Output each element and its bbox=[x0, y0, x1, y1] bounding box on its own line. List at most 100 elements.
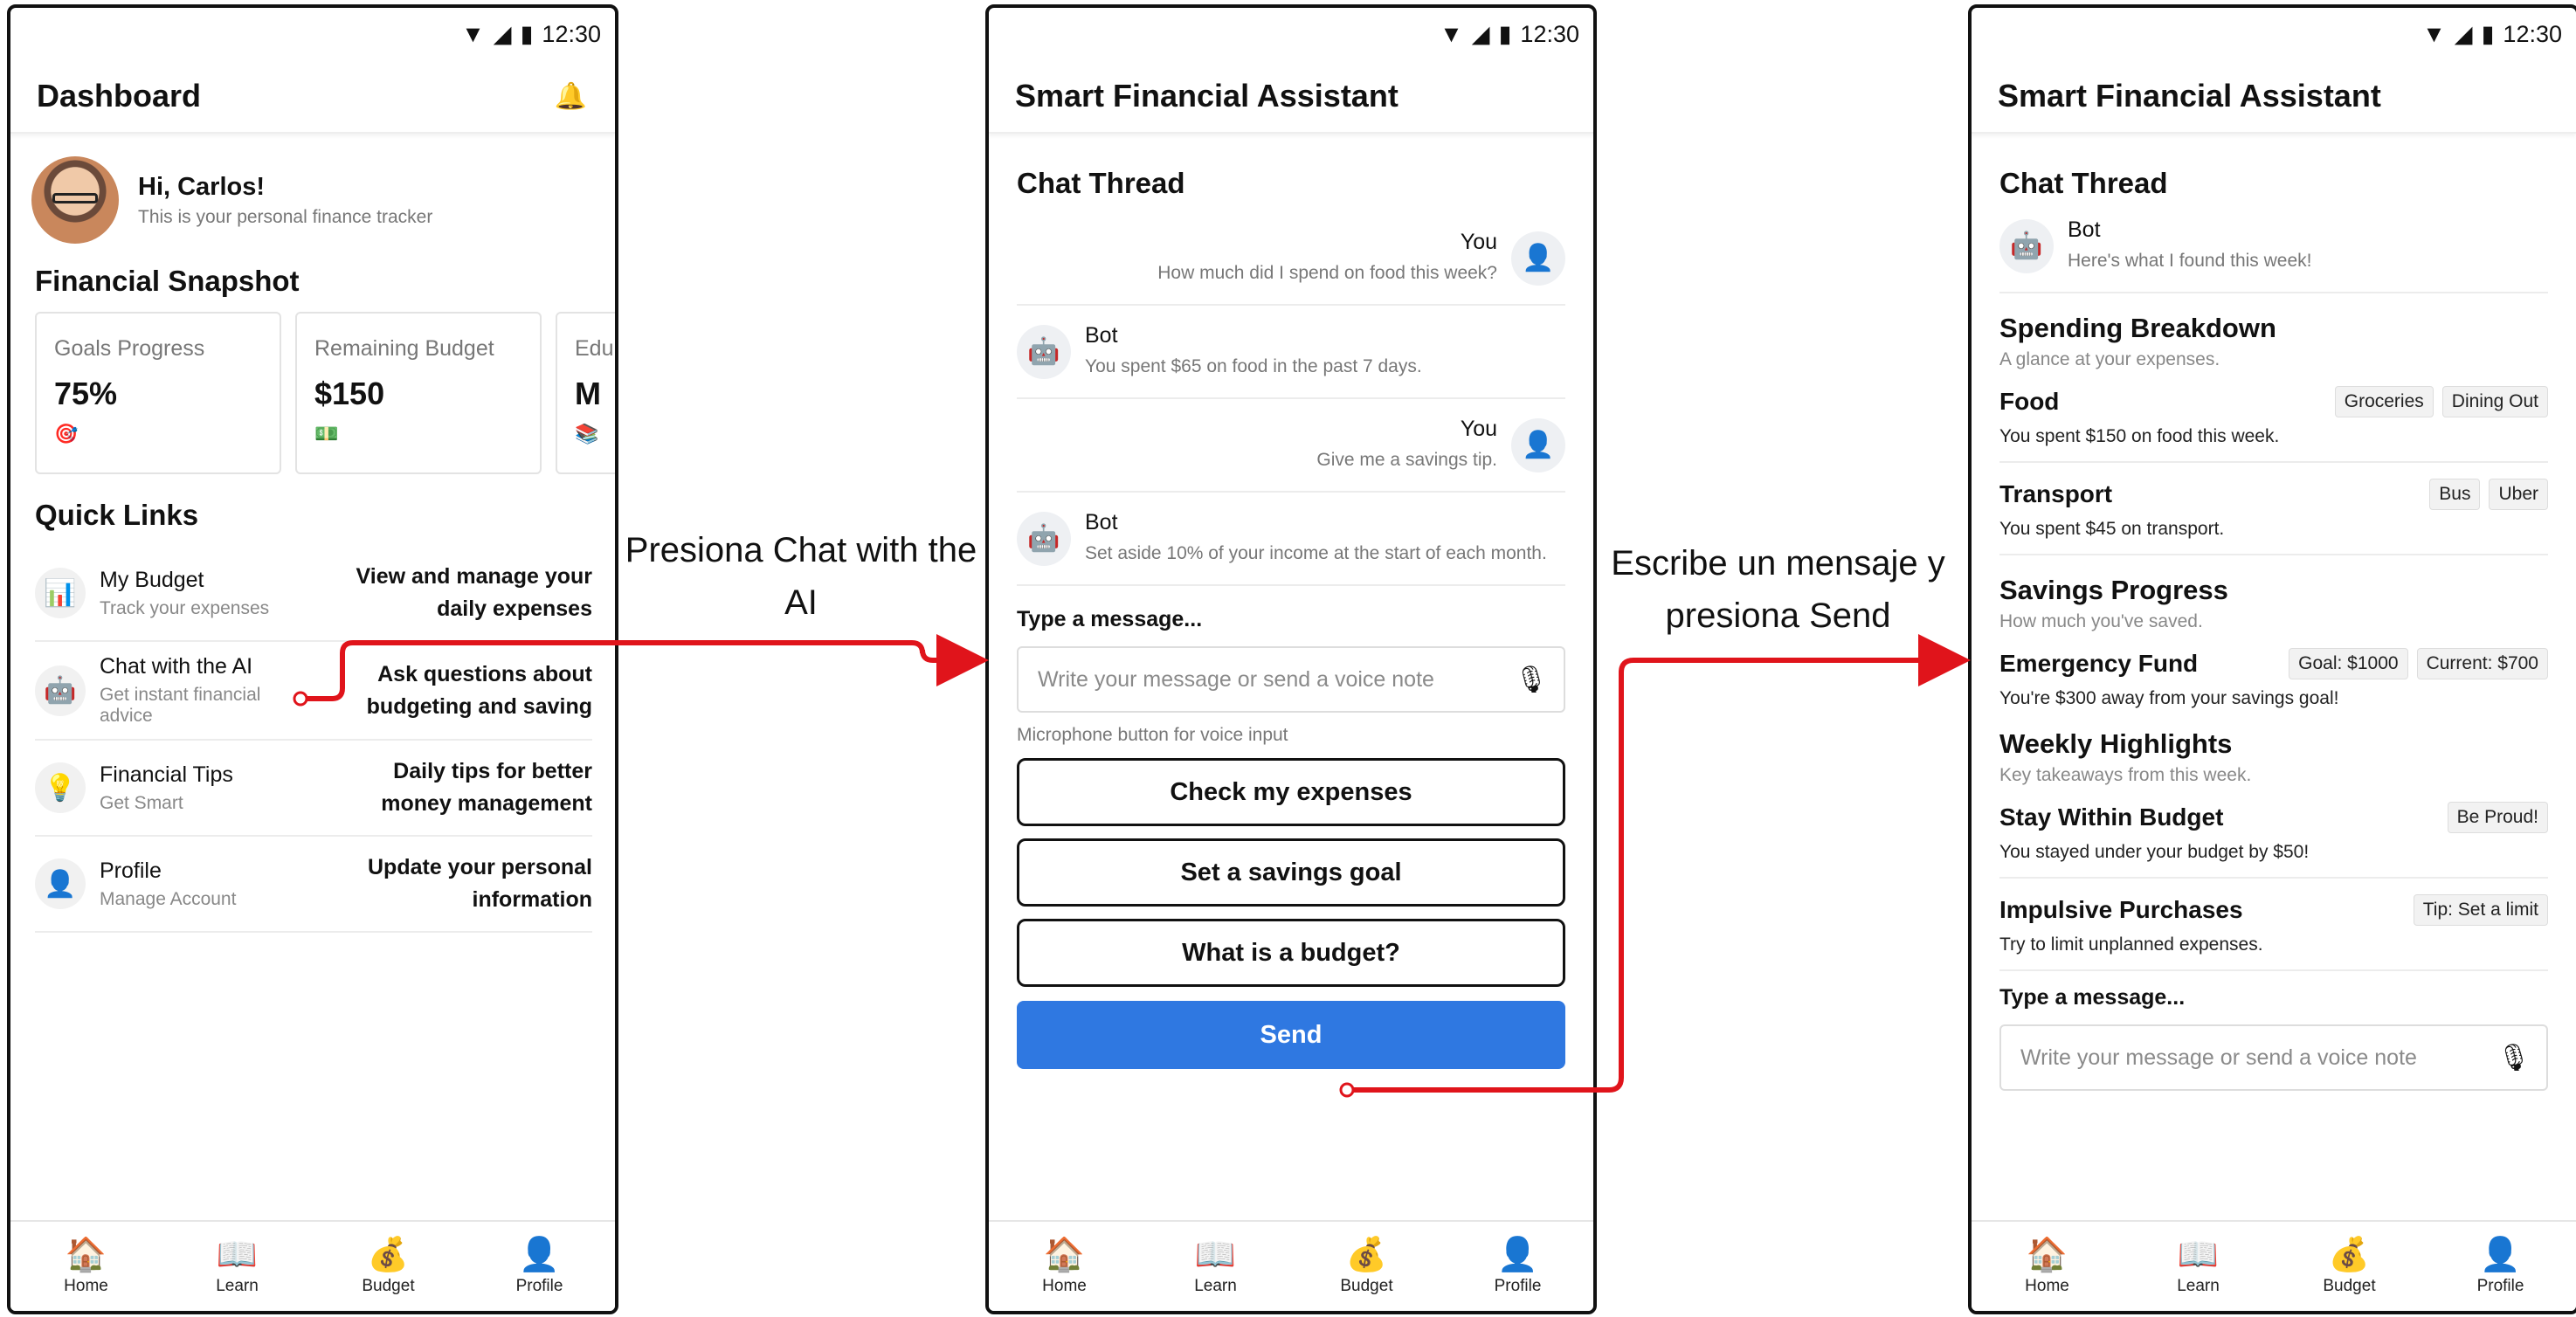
tag-bus[interactable]: Bus bbox=[2429, 479, 2481, 510]
send-button[interactable]: Send bbox=[1017, 1001, 1565, 1069]
microphone-icon[interactable]: 🎙 bbox=[2497, 1043, 2531, 1073]
quick-link-chat-ai[interactable]: 🤖 Chat with the AI Get instant financial… bbox=[35, 642, 592, 741]
microphone-icon[interactable]: 🎙 bbox=[1515, 665, 1548, 695]
nav-profile[interactable]: 👤 Profile bbox=[487, 1237, 592, 1296]
nav-label: Home bbox=[1042, 1277, 1087, 1295]
chat-message-user: You How much did I spend on food this we… bbox=[1017, 212, 1565, 306]
savings-goal-button[interactable]: Set a savings goal bbox=[1017, 838, 1565, 907]
nav-label: Budget bbox=[362, 1277, 415, 1295]
nav-budget[interactable]: 💰 Budget bbox=[336, 1237, 441, 1296]
item-text: You're $300 away from your savings goal! bbox=[1999, 688, 2339, 708]
nav-home[interactable]: 🏠 Home bbox=[1995, 1237, 2100, 1296]
quick-link-desc: Ask questions about budgeting and saving bbox=[366, 661, 592, 719]
app-bar: Smart Financial Assistant bbox=[989, 60, 1593, 134]
tag-current[interactable]: Current: $700 bbox=[2416, 648, 2548, 679]
chat-thread: Chat Thread You How much did I spend on … bbox=[989, 137, 1593, 1069]
tag-dining-out[interactable]: Dining Out bbox=[2441, 386, 2548, 417]
weekly-highlights-title: Weekly Highlights bbox=[1999, 728, 2233, 759]
chat-message-bot: 🤖 Bot Here's what I found this week! bbox=[1999, 200, 2548, 293]
book-icon: 📖 bbox=[1194, 1237, 1237, 1273]
nav-home[interactable]: 🏠 Home bbox=[34, 1237, 139, 1296]
book-icon: 📖 bbox=[2177, 1237, 2220, 1273]
dashboard-screen: ▼ ◢ ▮ 12:30 Dashboard 🔔 Hi, Carlos! This… bbox=[7, 4, 618, 1314]
message-input-box: 🎙 bbox=[1017, 646, 1565, 713]
tag-goal[interactable]: Goal: $1000 bbox=[2289, 648, 2408, 679]
tag-groceries[interactable]: Groceries bbox=[2334, 386, 2434, 417]
app-bar: Dashboard 🔔 bbox=[10, 60, 615, 134]
budget-card[interactable]: Remaining Budget $150 💵 bbox=[295, 312, 542, 474]
thread-title: Chat Thread bbox=[1999, 167, 2168, 199]
nav-budget[interactable]: 💰 Budget bbox=[2297, 1237, 2402, 1296]
signal-icon: ◢ bbox=[1471, 20, 1490, 47]
quick-links-title: Quick Links bbox=[35, 499, 199, 531]
nav-label: Profile bbox=[515, 1277, 563, 1295]
chat-screen: ▼ ◢ ▮ 12:30 Smart Financial Assistant Ch… bbox=[985, 4, 1597, 1314]
card-label: Goals Progress bbox=[54, 336, 205, 361]
check-expenses-button[interactable]: Check my expenses bbox=[1017, 758, 1565, 826]
tag-uber[interactable]: Uber bbox=[2489, 479, 2548, 510]
battery-icon: ▮ bbox=[2481, 20, 2495, 47]
item-name: Transport bbox=[1999, 480, 2113, 507]
home-icon: 🏠 bbox=[65, 1237, 107, 1273]
nav-learn[interactable]: 📖 Learn bbox=[185, 1237, 290, 1296]
quick-link-financial-tips[interactable]: 💡 Financial Tips Get Smart Daily tips fo… bbox=[35, 741, 592, 837]
greeting-subtitle: This is your personal finance tracker bbox=[138, 206, 433, 227]
bell-icon[interactable]: 🔔 bbox=[555, 81, 587, 112]
what-is-budget-button[interactable]: What is a budget? bbox=[1017, 919, 1565, 987]
nav-label: Home bbox=[64, 1277, 108, 1295]
spending-breakdown-title: Spending Breakdown bbox=[1999, 313, 2276, 343]
type-label: Type a message... bbox=[1017, 607, 1203, 631]
robot-icon: 🤖 bbox=[1017, 324, 1071, 379]
message-input-box: 🎙 bbox=[1999, 1024, 2548, 1091]
card-label: Remaining Budget bbox=[314, 336, 494, 361]
nav-learn[interactable]: 📖 Learn bbox=[2146, 1237, 2251, 1296]
tag-be-proud[interactable]: Be Proud! bbox=[2447, 802, 2548, 833]
status-bar: ▼ ◢ ▮ 12:30 bbox=[989, 8, 1593, 60]
chat-message-bot: 🤖 Bot Set aside 10% of your income at th… bbox=[1017, 493, 1565, 586]
tag-set-limit[interactable]: Tip: Set a limit bbox=[2413, 894, 2548, 926]
nav-home[interactable]: 🏠 Home bbox=[1012, 1237, 1117, 1296]
quick-link-sub: Get Smart bbox=[100, 792, 183, 813]
user-icon: 👤 bbox=[518, 1237, 561, 1273]
battery-icon: ▮ bbox=[1498, 20, 1512, 47]
snapshot-cards: Goals Progress 75% 🎯 Remaining Budget $1… bbox=[10, 298, 615, 474]
greeting-block: Hi, Carlos! This is your personal financ… bbox=[10, 137, 615, 244]
message-sender: Bot bbox=[1085, 323, 1118, 348]
greeting: Hi, Carlos! bbox=[138, 172, 266, 201]
item-name: Impulsive Purchases bbox=[1999, 896, 2243, 923]
message-text: You spent $65 on food in the past 7 days… bbox=[1085, 356, 1422, 376]
quick-link-my-budget[interactable]: 📊 My Budget Track your expenses View and… bbox=[35, 546, 592, 642]
bottom-nav: 🏠 Home 📖 Learn 💰 Budget 👤 Profile bbox=[1972, 1220, 2576, 1311]
nav-profile[interactable]: 👤 Profile bbox=[1466, 1237, 1571, 1296]
mic-hint: Microphone button for voice input bbox=[1017, 725, 1288, 745]
quick-link-name: Chat with the AI bbox=[100, 654, 253, 679]
nav-budget[interactable]: 💰 Budget bbox=[1315, 1237, 1419, 1296]
quick-link-profile[interactable]: 👤 Profile Manage Account Update your per… bbox=[35, 837, 592, 933]
chat-results-screen: ▼ ◢ ▮ 12:30 Smart Financial Assistant Ch… bbox=[1968, 4, 2576, 1314]
nav-profile[interactable]: 👤 Profile bbox=[2448, 1237, 2553, 1296]
education-card[interactable]: Edu M 📚 bbox=[556, 312, 615, 474]
message-sender: You bbox=[1460, 230, 1497, 254]
robot-icon: 🤖 bbox=[1017, 511, 1071, 566]
home-icon: 🏠 bbox=[1043, 1237, 1086, 1273]
snapshot-title: Financial Snapshot bbox=[35, 265, 300, 297]
item-text: You spent $150 on food this week. bbox=[1999, 426, 2280, 446]
moneybag-icon: 💰 bbox=[2328, 1237, 2371, 1273]
goals-card[interactable]: Goals Progress 75% 🎯 bbox=[35, 312, 281, 474]
lightbulb-icon: 💡 bbox=[35, 762, 86, 813]
message-input[interactable] bbox=[1038, 666, 1492, 693]
message-input[interactable] bbox=[2020, 1045, 2475, 1071]
status-bar: ▼ ◢ ▮ 12:30 bbox=[10, 8, 615, 60]
message-sender: Bot bbox=[2068, 217, 2101, 242]
nav-label: Learn bbox=[1194, 1277, 1237, 1295]
battery-icon: ▮ bbox=[520, 20, 534, 47]
avatar[interactable] bbox=[31, 156, 119, 244]
food-item: Food Groceries Dining Out You spent $150… bbox=[1999, 370, 2548, 463]
money-icon: 💵 bbox=[314, 423, 339, 445]
nav-label: Learn bbox=[216, 1277, 259, 1295]
nav-learn[interactable]: 📖 Learn bbox=[1164, 1237, 1268, 1296]
chat-message-user: You Give me a savings tip. 👤 bbox=[1017, 399, 1565, 493]
savings-progress-subtitle: How much you've saved. bbox=[1999, 611, 2203, 631]
nav-label: Budget bbox=[1340, 1277, 1393, 1295]
quick-link-desc: Daily tips for better money management bbox=[381, 759, 592, 816]
